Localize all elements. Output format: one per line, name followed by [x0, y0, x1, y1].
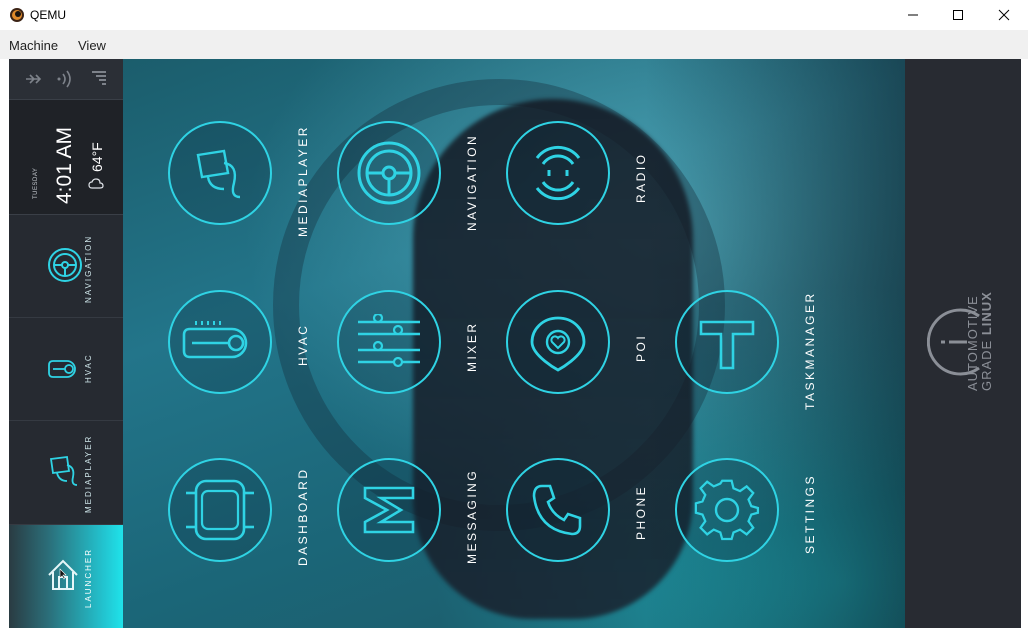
clock-time: 4:01 AM	[53, 126, 76, 204]
app-navigation[interactable]: NAVIGATION	[337, 121, 487, 246]
app-mixer[interactable]: MIXER	[337, 290, 487, 415]
phone-icon	[532, 484, 582, 536]
app-label: MESSAGING	[465, 468, 479, 564]
status-bar	[9, 59, 123, 100]
bluetooth-icon	[26, 74, 42, 84]
app-radio[interactable]: RADIO	[506, 121, 656, 246]
music-note-icon	[196, 149, 241, 199]
sidebar-item-hvac[interactable]: HVAC	[9, 318, 123, 421]
app-icon-circle	[168, 121, 272, 225]
app-icon-circle	[675, 458, 779, 562]
app-label: TASKMANAGER	[803, 291, 817, 410]
sidebar-item-mediaplayer[interactable]: MEDIAPLAYER	[9, 421, 123, 525]
app-settings[interactable]: SETTINGS	[675, 458, 825, 583]
app-label: MEDIAPLAYER	[296, 125, 310, 237]
brand-line2-bold: LINUX	[979, 291, 994, 336]
weather-icon	[88, 178, 104, 189]
app-poi[interactable]: POI	[506, 290, 656, 415]
app-icon-circle	[506, 121, 610, 225]
menu-machine[interactable]: Machine	[9, 38, 58, 53]
app-label: SETTINGS	[803, 473, 817, 554]
app-icon-circle	[506, 458, 610, 562]
thermometer-icon	[48, 360, 76, 378]
app-mediaplayer[interactable]: MEDIAPLAYER	[168, 121, 318, 246]
menu-view[interactable]: View	[78, 38, 106, 53]
thermometer-icon	[182, 321, 248, 359]
qemu-logo-icon	[10, 8, 24, 22]
maximize-icon	[953, 10, 963, 20]
menu-bar: Machine View	[0, 30, 1028, 59]
location-pin-icon	[530, 316, 586, 372]
taskmanager-icon	[699, 320, 755, 370]
clock-widget: TUESDAY 4:01 AM 64°F	[9, 100, 123, 215]
app-dashboard[interactable]: DASHBOARD	[168, 458, 318, 583]
app-icon-circle	[168, 458, 272, 562]
app-label: RADIO	[634, 152, 648, 203]
temperature: 64°F	[89, 142, 105, 172]
car-dashboard-icon	[186, 479, 254, 541]
app-icon-circle	[506, 290, 610, 394]
sidebar-item-label: LAUNCHER	[84, 547, 93, 608]
clock-day: TUESDAY	[33, 167, 39, 199]
app-icon-circle	[337, 290, 441, 394]
app-label: NAVIGATION	[465, 133, 479, 231]
steering-wheel-icon	[357, 141, 421, 205]
app-label: HVAC	[296, 323, 310, 366]
brand-line2-light: GRADE	[979, 335, 994, 391]
launcher-grid: MEDIAPLAYER NAVIGATION RADIO HVAC MIXER …	[123, 59, 905, 628]
close-button[interactable]	[981, 0, 1027, 30]
app-phone[interactable]: PHONE	[506, 458, 656, 583]
minimize-button[interactable]	[890, 0, 936, 30]
wifi-icon	[57, 70, 71, 88]
steering-wheel-icon	[48, 248, 82, 282]
mixer-sliders-icon	[358, 314, 420, 368]
sidebar-item-launcher[interactable]: LAUNCHER	[9, 525, 123, 628]
radio-waves-icon	[535, 145, 581, 201]
music-note-icon	[49, 455, 78, 486]
app-taskmanager[interactable]: TASKMANAGER	[675, 290, 825, 415]
brand-line2: GRADE LINUX	[979, 291, 994, 391]
sidebar-item-label: NAVIGATION	[84, 234, 93, 303]
sidebar-item-label: HVAC	[84, 353, 93, 383]
signal-icon	[92, 71, 106, 85]
app-icon-circle	[337, 121, 441, 225]
app-label: POI	[634, 333, 648, 362]
maximize-button[interactable]	[935, 0, 981, 30]
app-icon-circle	[337, 458, 441, 562]
agl-sidebar: TUESDAY 4:01 AM 64°F NAVIGATION HVAC MED…	[9, 59, 123, 628]
messaging-icon	[363, 486, 415, 534]
app-label: MIXER	[465, 321, 479, 372]
app-icon-circle	[675, 290, 779, 394]
app-icon-circle	[168, 290, 272, 394]
app-messaging[interactable]: MESSAGING	[337, 458, 487, 583]
app-label: PHONE	[634, 484, 648, 540]
window-titlebar: QEMU	[0, 0, 1028, 30]
app-hvac[interactable]: HVAC	[168, 290, 318, 415]
brand-line1: AUTOMOTIVE	[965, 295, 980, 391]
gear-icon	[694, 479, 760, 541]
sidebar-item-label: MEDIAPLAYER	[84, 434, 93, 513]
sidebar-item-navigation[interactable]: NAVIGATION	[9, 215, 123, 318]
branding-panel: AUTOMOTIVE GRADE LINUX	[905, 59, 1021, 628]
app-label: DASHBOARD	[296, 467, 310, 566]
minimize-icon	[908, 14, 918, 16]
vm-display[interactable]: TUESDAY 4:01 AM 64°F NAVIGATION HVAC MED…	[9, 59, 1021, 628]
close-icon	[998, 9, 1010, 21]
mouse-cursor-icon	[59, 568, 67, 580]
window-title: QEMU	[30, 8, 66, 22]
